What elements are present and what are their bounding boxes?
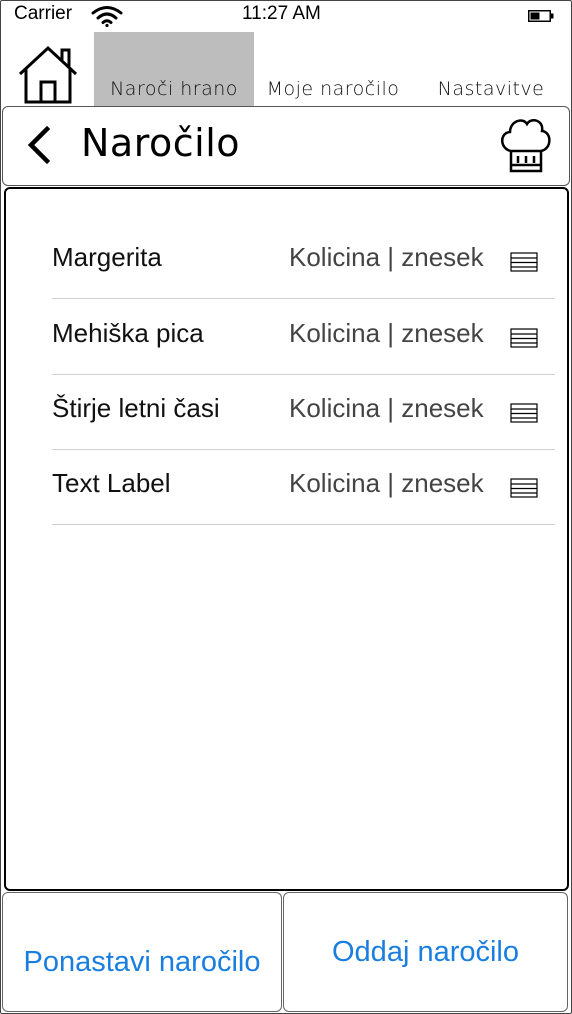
tab-naroci-hrano[interactable]: Naroči hrano bbox=[94, 32, 254, 106]
item-detail: Kolicina | znesek bbox=[289, 242, 484, 272]
reorder-icon[interactable] bbox=[510, 250, 540, 274]
order-list: Margerita Kolicina | znesek Mehiška pica… bbox=[4, 187, 569, 891]
tab-bar: Naroči hrano Moje naročilo Nastavitve bbox=[0, 30, 572, 106]
item-detail: Kolicina | znesek bbox=[289, 468, 484, 498]
chevron-left-icon[interactable] bbox=[25, 125, 53, 165]
reset-order-button[interactable]: Ponastavi naročilo bbox=[2, 892, 282, 1012]
list-item[interactable]: Margerita Kolicina | znesek bbox=[52, 224, 555, 299]
tab-nastavitve[interactable]: Nastavitve bbox=[418, 32, 564, 106]
tab-label: Naroči hrano bbox=[110, 78, 238, 100]
battery-icon bbox=[528, 10, 554, 22]
navigation-header: Naročilo bbox=[2, 106, 570, 186]
item-name: Text Label bbox=[52, 468, 171, 498]
item-detail: Kolicina | znesek bbox=[289, 393, 484, 423]
item-detail: Kolicina | znesek bbox=[289, 318, 484, 348]
item-name: Mehiška pica bbox=[52, 318, 204, 348]
status-time: 11:27 AM bbox=[242, 3, 321, 24]
wifi-icon bbox=[91, 6, 123, 27]
reorder-icon[interactable] bbox=[510, 476, 540, 500]
chef-hat-icon[interactable] bbox=[497, 115, 553, 175]
reorder-icon[interactable] bbox=[510, 326, 540, 350]
tab-label: Moje naročilo bbox=[266, 78, 400, 100]
list-item[interactable]: Mehiška pica Kolicina | znesek bbox=[52, 300, 555, 375]
reorder-icon[interactable] bbox=[510, 401, 540, 425]
item-name: Štirje letni časi bbox=[52, 393, 220, 423]
home-icon[interactable] bbox=[16, 44, 80, 106]
tab-label: Nastavitve bbox=[437, 78, 545, 100]
submit-order-button[interactable]: Oddaj naročilo bbox=[283, 892, 568, 1012]
page-title: Naročilo bbox=[81, 121, 241, 165]
carrier-label: Carrier bbox=[14, 3, 73, 24]
item-name: Margerita bbox=[52, 242, 162, 272]
list-item[interactable]: Text Label Kolicina | znesek bbox=[52, 450, 555, 525]
status-bar: Carrier 11:27 AM bbox=[0, 0, 572, 30]
list-item[interactable]: Štirje letni časi Kolicina | znesek bbox=[52, 375, 555, 450]
tab-moje-narocilo[interactable]: Moje naročilo bbox=[258, 32, 408, 106]
